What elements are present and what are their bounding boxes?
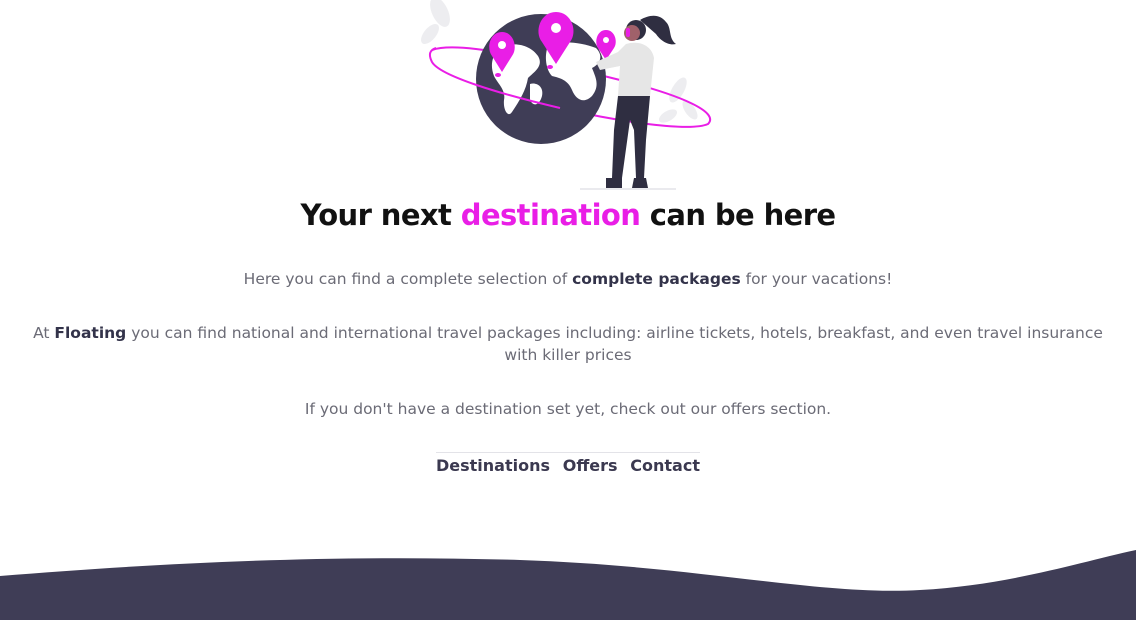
- intro-text-end: for your vacations!: [740, 270, 893, 288]
- nav-link-contact[interactable]: Contact: [630, 456, 700, 475]
- intro-text: Here you can find a complete selection o…: [243, 270, 573, 288]
- intro-paragraph-offers: If you don't have a destination set yet,…: [304, 400, 832, 418]
- footer-wave: [0, 540, 1136, 620]
- title-text: Your next: [300, 198, 461, 232]
- intro-paragraph-packages: Here you can find a complete selection o…: [20, 268, 1116, 290]
- brand-name: Floating: [54, 324, 127, 342]
- section-nav: Destinations Offers Contact: [436, 452, 700, 475]
- nav-link-destinations[interactable]: Destinations: [436, 456, 550, 475]
- title-accent-text: destination: [460, 198, 641, 232]
- hero-illustration: [0, 0, 1136, 196]
- intro-bold-text: complete packages: [572, 270, 741, 288]
- title-text-end: can be here: [640, 198, 836, 232]
- intro-text-end: you can find national and international …: [126, 324, 1103, 364]
- intro-text: At: [33, 324, 55, 342]
- nav-link-offers[interactable]: Offers: [563, 456, 618, 475]
- intro-paragraph-floating: At Floating you can find national and in…: [20, 322, 1116, 366]
- page-title: Your next destination can be here: [0, 198, 1136, 232]
